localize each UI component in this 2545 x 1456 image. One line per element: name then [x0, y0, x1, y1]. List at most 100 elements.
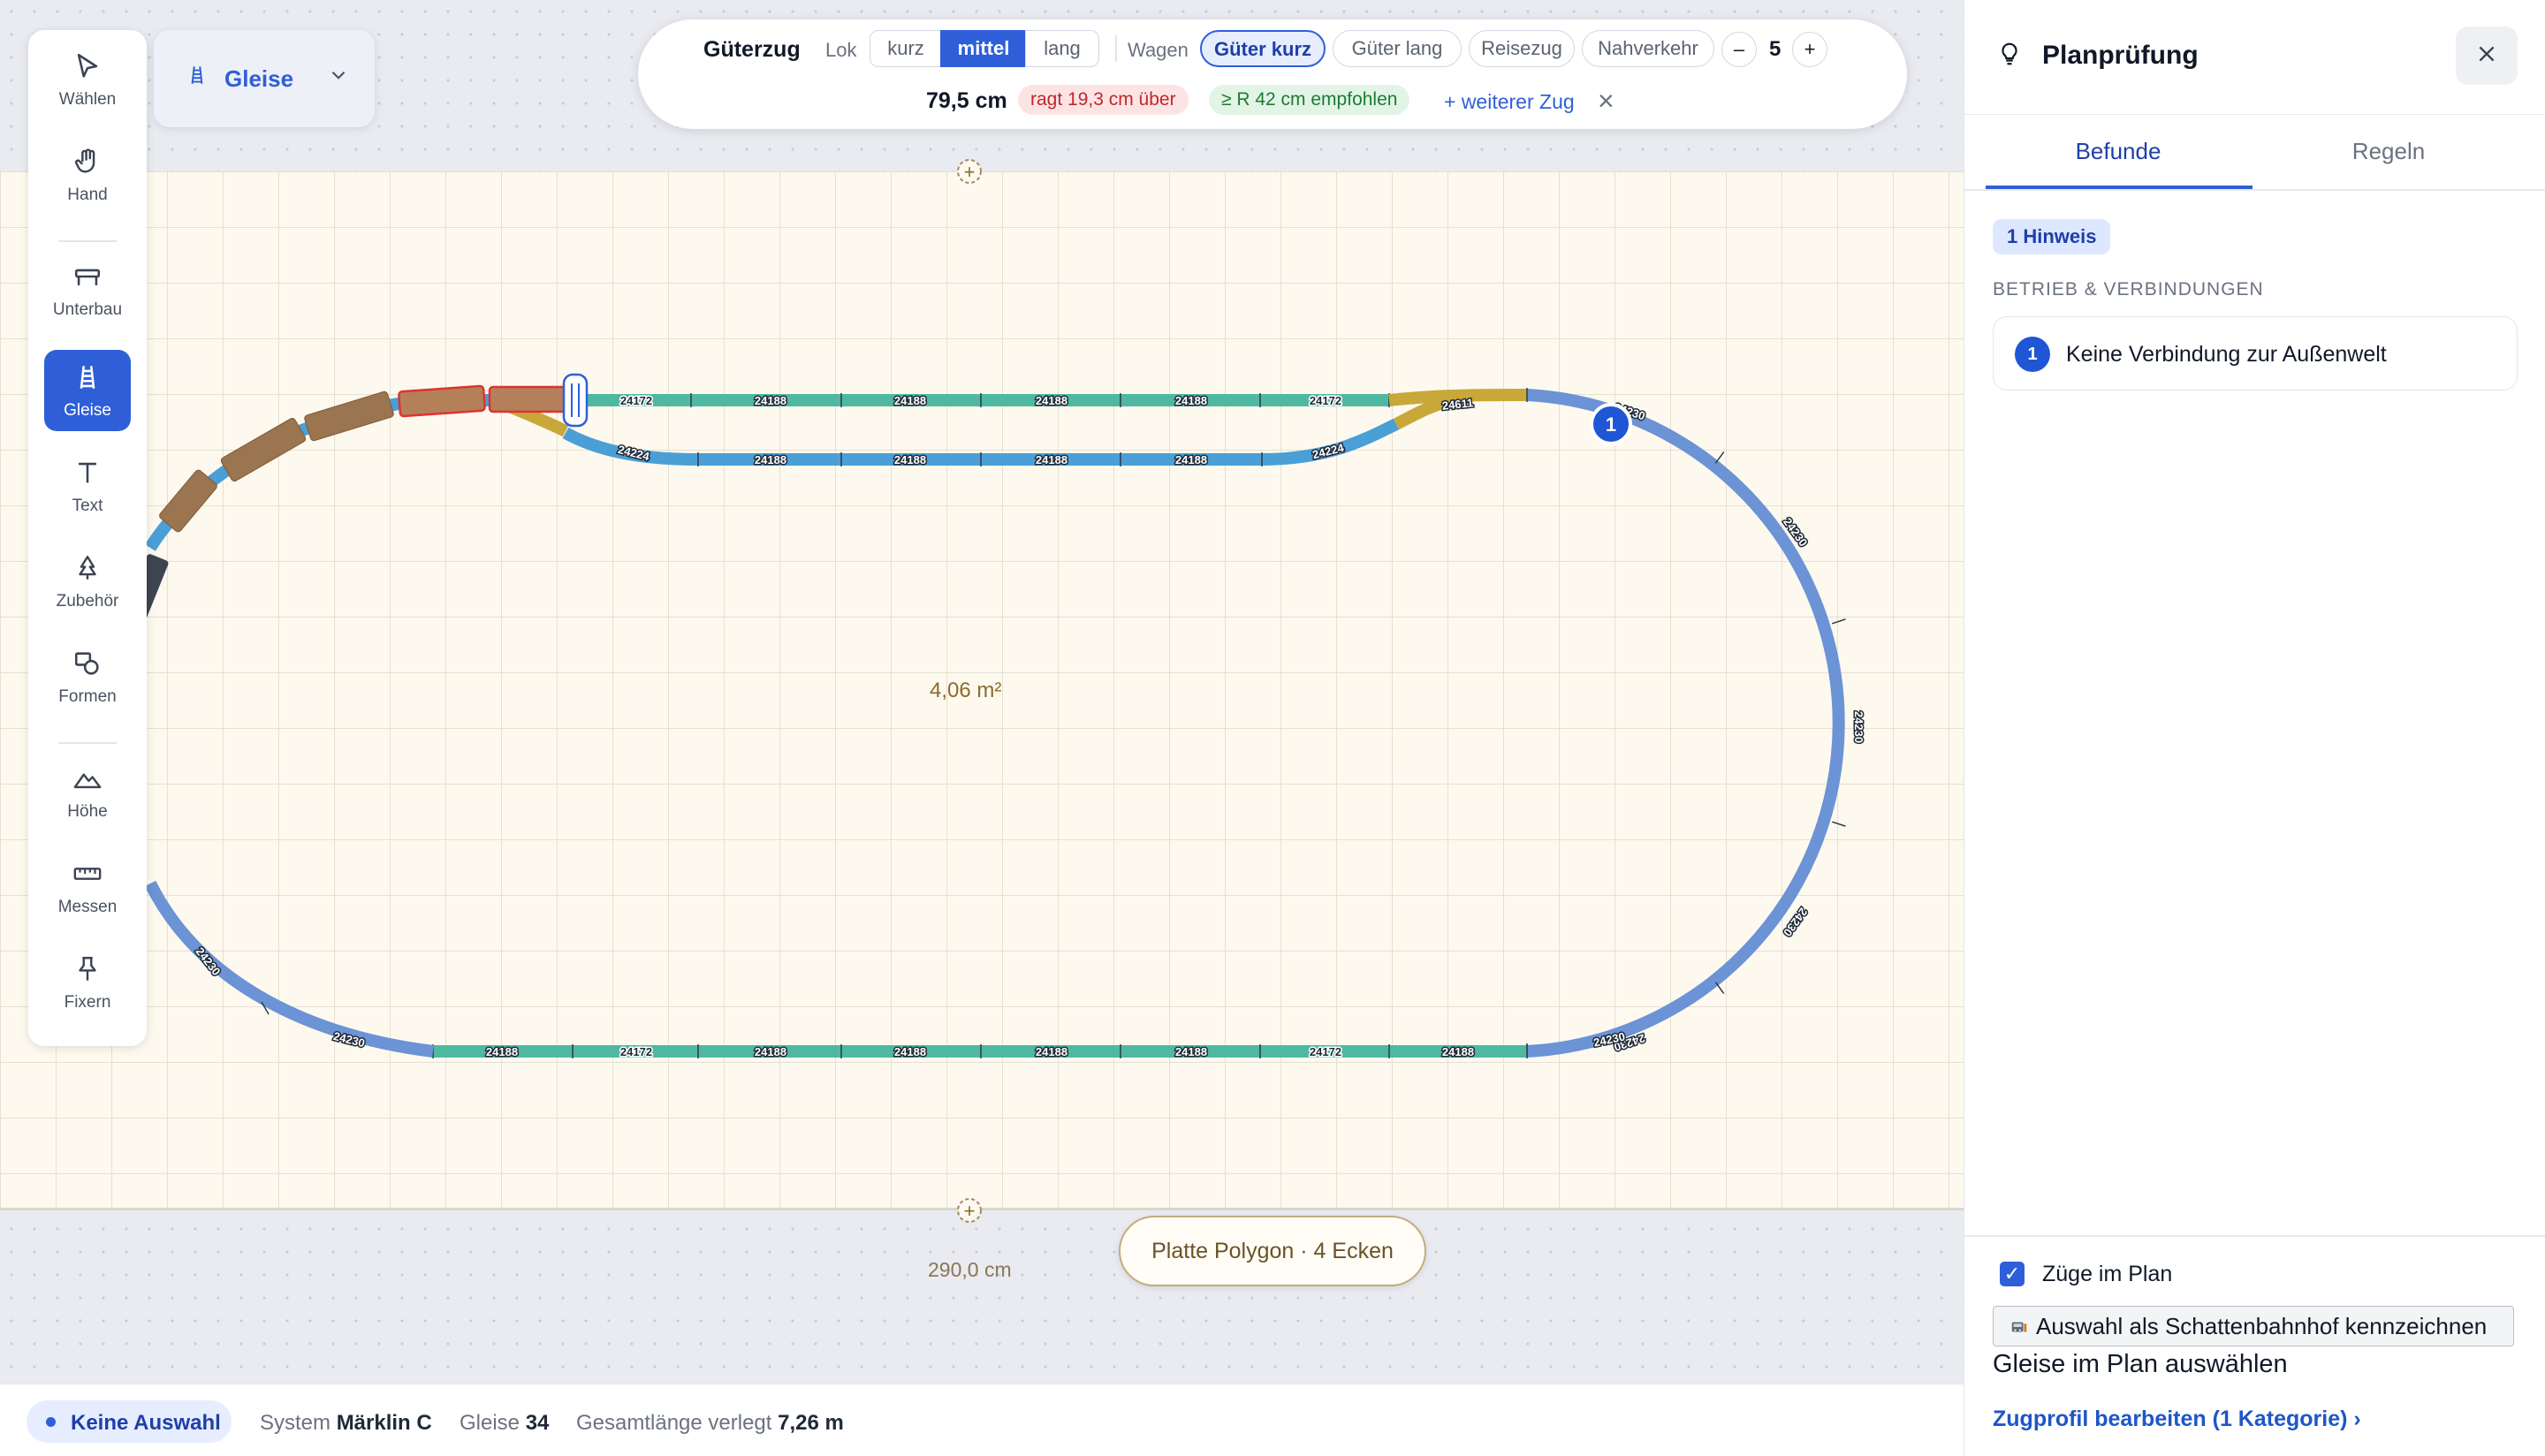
- plate-resize-handle-top[interactable]: +: [957, 159, 982, 184]
- table-icon: [70, 262, 105, 297]
- overhang-badge: ragt 19,3 cm über: [1018, 85, 1189, 115]
- trains-in-plan-checkbox[interactable]: ✓: [2000, 1262, 2025, 1286]
- layer-dropdown[interactable]: Gleise: [154, 30, 375, 127]
- track-curve-right[interactable]: [1526, 389, 1845, 1058]
- track-label: 24188: [1036, 394, 1067, 407]
- add-train-link[interactable]: + weiterer Zug: [1444, 90, 1575, 114]
- close-icon[interactable]: ×: [1598, 85, 1614, 118]
- tool-substructure[interactable]: Unterbau: [44, 249, 131, 330]
- track-count-info: Gleise 34: [460, 1411, 550, 1435]
- track-icon: [186, 62, 209, 95]
- plate-resize-handle-bottom[interactable]: +: [957, 1198, 982, 1223]
- total-length-info: Gesamtlänge verlegt 7,26 m: [576, 1411, 844, 1435]
- plate-shape-pill[interactable]: Platte Polygon · 4 Ecken: [1119, 1216, 1426, 1286]
- finding-text: Keine Verbindung zur Außenwelt: [2066, 342, 2387, 367]
- mark-shadow-station-button[interactable]: Auswahl als Schattenbahnhof kennzeichnen: [1993, 1306, 2514, 1346]
- tool-height[interactable]: Höhe: [44, 751, 131, 832]
- track-label: 24172: [1310, 394, 1341, 407]
- wagon-overhang: [488, 385, 573, 413]
- tool-shapes[interactable]: Formen: [44, 636, 131, 717]
- track-label: 24188: [1175, 1045, 1207, 1058]
- svg-text:1: 1: [1606, 413, 1616, 436]
- wagon-overhang: [398, 384, 486, 418]
- tool-measure[interactable]: Messen: [44, 846, 131, 928]
- select-tracks-text: Gleise im Plan auswählen: [1993, 1350, 2288, 1378]
- wagon-count: 5: [1769, 37, 1782, 61]
- divider: [1115, 35, 1117, 62]
- canvas-area[interactable]: 24172 24188 24188 24188 24188 24172 24611 24224…: [0, 0, 1964, 1384]
- track-label: 24188: [1175, 453, 1207, 466]
- svg-text:+: +: [964, 1200, 976, 1222]
- track-label: 24172: [620, 1045, 652, 1058]
- track-joint: [1832, 821, 1846, 827]
- track-icon: [70, 362, 105, 398]
- track-label: 24224: [1311, 441, 1346, 461]
- track-label: 24611: [1441, 396, 1474, 413]
- panel-title: Planprüfung: [2042, 41, 2199, 70]
- wagon: [220, 417, 307, 482]
- tab-regeln[interactable]: Regeln: [2256, 138, 2521, 165]
- lok-option-mittel[interactable]: mittel: [940, 30, 1027, 67]
- track-label: 24188: [755, 1045, 786, 1058]
- close-panel-button[interactable]: [2456, 27, 2518, 85]
- train-length: 79,5 cm: [926, 88, 1007, 113]
- track-label: 24188: [755, 453, 786, 466]
- lok-label: Lok: [825, 39, 857, 61]
- status-dot-icon: [46, 1417, 56, 1427]
- train-profile-bar: Güterzug Lok kurz mittel lang Wagen Güte…: [638, 19, 1907, 129]
- close-icon: [2475, 39, 2498, 72]
- train[interactable]: [122, 373, 589, 626]
- shapes-icon: [70, 648, 105, 684]
- track-label: 24230: [1852, 711, 1865, 743]
- tool-palette: Wählen Hand Unterbau Gleise Text Zubehör…: [28, 30, 147, 1046]
- track-label-group: 24172 24188 24188 24188 24188 24172 24611 24224…: [192, 393, 1866, 1060]
- hint-count-badge: 1 Hinweis: [1993, 219, 2111, 254]
- track-joint: [1714, 451, 1725, 464]
- track-curve-left[interactable]: [144, 880, 434, 1058]
- tool-accessories[interactable]: Zubehör: [44, 541, 131, 622]
- pin-icon: [70, 954, 105, 990]
- track-joint: [1832, 618, 1846, 625]
- wagen-option-gueter-lang[interactable]: Güter lang: [1333, 30, 1462, 67]
- tool-text[interactable]: Text: [44, 445, 131, 527]
- track-label: 24188: [1036, 1045, 1067, 1058]
- tool-select[interactable]: Wählen: [44, 39, 131, 120]
- wagon: [304, 391, 394, 442]
- plan-check-panel: Planprüfung Befunde Regeln 1 Hinweis BET…: [1964, 0, 2545, 1456]
- panel-header: Planprüfung: [1964, 0, 2545, 115]
- track-group: [144, 388, 1846, 1058]
- tab-befunde[interactable]: Befunde: [1986, 138, 2251, 165]
- track-label: 24188: [894, 453, 926, 466]
- category-label: BETRIEB & VERBINDUNGEN: [1993, 279, 2264, 300]
- tabs-divider: [1964, 189, 2545, 191]
- edit-train-profile-link[interactable]: Zugprofil bearbeiten (1 Kategorie) ›: [1993, 1407, 2361, 1432]
- selection-badge[interactable]: Keine Auswahl: [27, 1400, 232, 1443]
- finding-item[interactable]: 1 Keine Verbindung zur Außenwelt: [1993, 316, 2518, 391]
- track-label: 24172: [1310, 1045, 1341, 1058]
- track-label: 24188: [894, 394, 926, 407]
- cursor-icon: [70, 51, 105, 87]
- wagon-count-increment[interactable]: +: [1792, 32, 1827, 67]
- tool-hand[interactable]: Hand: [44, 134, 131, 216]
- track-label: 24188: [1175, 394, 1207, 407]
- footer-divider: [1964, 1235, 2545, 1237]
- tool-tracks[interactable]: Gleise: [44, 350, 131, 431]
- area-label: 4,06 m²: [930, 679, 1002, 702]
- track-label: 24188: [894, 1045, 926, 1058]
- lok-option-lang[interactable]: lang: [1025, 30, 1099, 67]
- layer-dropdown-label: Gleise: [224, 65, 294, 92]
- wagen-option-gueter-kurz[interactable]: Güter kurz: [1200, 30, 1326, 67]
- finding-number: 1: [2015, 337, 2050, 372]
- svg-text:+: +: [964, 161, 976, 183]
- tool-pin[interactable]: Fixern: [44, 942, 131, 1023]
- wagen-option-reisezug[interactable]: Reisezug: [1469, 30, 1575, 67]
- radius-recommendation-badge: ≥ R 42 cm empfohlen: [1209, 85, 1410, 115]
- hand-icon: [70, 147, 105, 182]
- wagon-count-decrement[interactable]: –: [1721, 32, 1757, 67]
- lok-option-kurz[interactable]: kurz: [870, 30, 942, 67]
- trains-in-plan-label: Züge im Plan: [2042, 1262, 2173, 1286]
- width-dimension: 290,0 cm: [928, 1258, 1012, 1281]
- wagen-option-nahverkehr[interactable]: Nahverkehr: [1582, 30, 1714, 67]
- lightbulb-icon: [1996, 39, 2023, 76]
- finding-marker[interactable]: 1: [1590, 403, 1632, 445]
